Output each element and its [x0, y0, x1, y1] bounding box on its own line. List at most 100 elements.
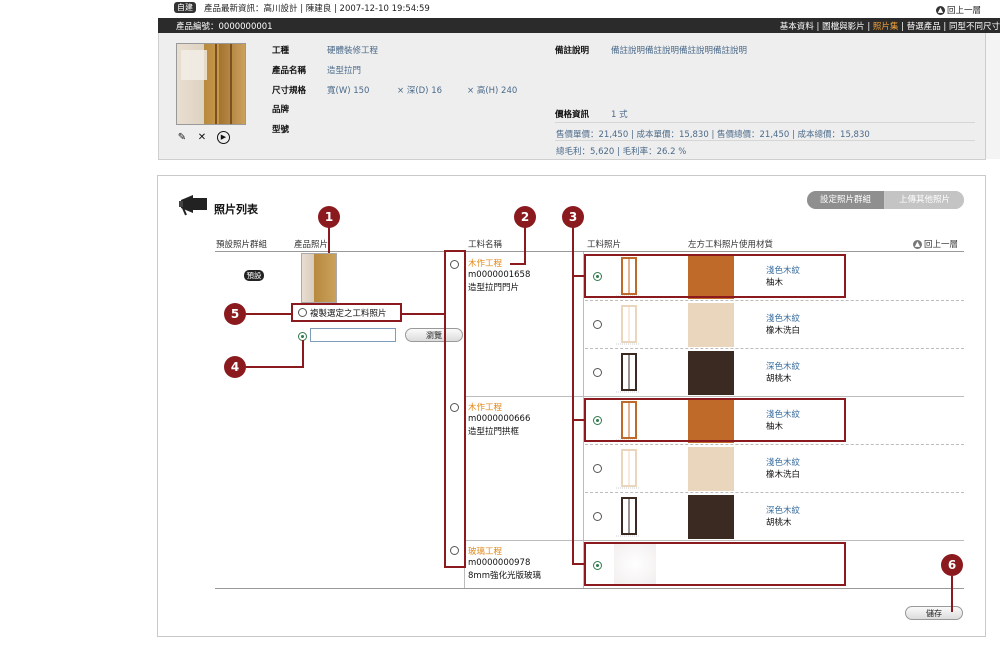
product-header-bar: 產品編號：0000000001 基本資料 | 圖檔與影片 | 照片集 | 替選產… — [158, 18, 1000, 33]
marker-line-5 — [246, 313, 292, 315]
nav-files[interactable]: 圖檔與影片 — [822, 22, 865, 32]
group-divider — [466, 540, 964, 541]
nav-alternatives[interactable]: 替選產品 — [907, 22, 941, 32]
material-photo-radio[interactable] — [593, 368, 602, 377]
row-divider — [585, 492, 964, 493]
back-link[interactable]: ▲ 回上一層 — [913, 238, 958, 250]
table-bottom-line — [215, 588, 964, 589]
marker-line-6 — [951, 576, 953, 612]
value-price-unit: 1 式 — [611, 110, 628, 120]
marker-line-2 — [524, 227, 526, 264]
value-name: 造型拉門 — [327, 66, 362, 76]
play-icon[interactable]: ▶ — [217, 131, 230, 144]
edit-pen-icon[interactable]: ✎ — [176, 132, 188, 144]
door-photo — [616, 497, 640, 537]
marker-4: 4 — [224, 356, 246, 378]
door-photo — [616, 449, 640, 489]
nav-photos[interactable]: 照片集 — [873, 22, 899, 32]
row-divider — [585, 300, 964, 301]
group-divider — [466, 396, 964, 397]
marker-line-3c — [572, 563, 586, 565]
latest-news: 產品最新資訊：高川設計 | 陳建良 | 2007-12-10 19:54:59 — [204, 4, 430, 14]
row-divider — [585, 348, 964, 349]
up-arrow-icon: ▲ — [936, 6, 945, 15]
highlight-box-row4 — [584, 398, 846, 442]
value-height: × 高(H) 240 — [467, 86, 518, 96]
label-price: 價格資訊 — [555, 110, 590, 120]
material-type-1: 木作工程 — [468, 259, 503, 269]
marker-line-3a — [572, 275, 586, 277]
price-line-2: 總毛利：5,620 | 毛利率：26.2 % — [556, 147, 687, 157]
material-swatch — [688, 351, 734, 395]
material-code-1: m0000001658 — [468, 270, 531, 280]
label-category: 工種 — [272, 46, 290, 56]
highlight-box-row1 — [584, 254, 846, 298]
default-badge: 預設 — [244, 270, 264, 281]
back-top-link[interactable]: ▲ 回上一層 — [936, 4, 981, 16]
back-label: 回上一層 — [924, 240, 959, 250]
highlight-box-material-radios — [444, 250, 466, 568]
material-name-2: 造型拉門拱框 — [468, 427, 520, 437]
marker-3: 3 — [562, 206, 584, 228]
variant-wood: 胡桃木 — [766, 374, 792, 384]
highlight-box-copy — [291, 303, 402, 322]
product-code: 產品編號：0000000001 — [176, 22, 273, 32]
self-built-badge: 自建 — [174, 2, 196, 13]
megaphone-icon — [179, 195, 207, 216]
back-top-label: 回上一層 — [947, 6, 982, 16]
price-divider — [555, 140, 975, 141]
marker-line-3 — [572, 227, 574, 565]
material-name-1: 造型拉門門片 — [468, 283, 520, 293]
material-code-2: m0000000666 — [468, 414, 531, 424]
marker-1: 1 — [318, 206, 340, 228]
variant-wood: 橡木洗白 — [766, 326, 801, 336]
scrollbar[interactable] — [985, 33, 1000, 159]
variant-tone: 淺色木紋 — [766, 314, 801, 324]
material-swatch — [688, 495, 734, 539]
material-swatch — [688, 303, 734, 347]
col-material-photo: 工料照片 — [587, 240, 622, 250]
nav-sep: | — [867, 22, 871, 32]
upload-other-photo-button[interactable]: 上傳其他照片 — [885, 191, 964, 209]
value-width: 寬(W) 150 — [327, 86, 370, 96]
label-brand: 品牌 — [272, 105, 290, 115]
variant-wood: 橡木洗白 — [766, 470, 801, 480]
material-name-3: 8mm強化光版玻璃 — [468, 571, 541, 581]
delete-icon[interactable]: ✕ — [196, 132, 208, 144]
marker-2: 2 — [514, 206, 536, 228]
photo-action-buttons: 設定照片群組 上傳其他照片 — [807, 191, 964, 209]
marker-5: 5 — [224, 303, 246, 325]
row-divider — [585, 444, 964, 445]
material-photo-radio[interactable] — [593, 464, 602, 473]
marker-line-1 — [328, 227, 330, 253]
highlight-box-glass — [584, 542, 846, 586]
marker-line-4b — [302, 340, 304, 368]
col-product-photo: 產品照片 — [294, 240, 329, 250]
nav-variants[interactable]: 同型不同尺寸 — [949, 22, 1000, 32]
save-button[interactable]: 儲存 — [905, 606, 963, 620]
marker-line-3b — [572, 419, 586, 421]
nav-basic[interactable]: 基本資料 — [780, 22, 814, 32]
door-photo — [616, 305, 640, 345]
marker-6: 6 — [941, 554, 963, 576]
label-name: 產品名稱 — [272, 66, 307, 76]
nav-sep: | — [943, 22, 947, 32]
col-default-group: 預設照片群組 — [216, 240, 268, 250]
material-photo-radio[interactable] — [593, 512, 602, 521]
door-photo — [616, 353, 640, 393]
price-divider — [555, 122, 975, 123]
variant-wood: 胡桃木 — [766, 518, 792, 528]
price-line-1: 售價單價：21,450 | 成本單價：15,830 | 售價總價：21,450 … — [556, 130, 870, 140]
label-size: 尺寸規格 — [272, 86, 307, 96]
label-model: 型號 — [272, 125, 290, 135]
material-type-3: 玻璃工程 — [468, 547, 503, 557]
material-type-2: 木作工程 — [468, 403, 503, 413]
upload-file-input[interactable] — [310, 328, 396, 342]
section-title: 照片列表 — [214, 203, 258, 216]
col-material-name: 工料名稱 — [468, 240, 503, 250]
product-thumbnail — [176, 43, 246, 125]
material-photo-radio[interactable] — [593, 320, 602, 329]
set-photo-group-button[interactable]: 設定照片群組 — [807, 191, 884, 209]
value-note: 備註說明備註說明備註說明備註說明 — [611, 46, 748, 56]
nav-sep: | — [901, 22, 904, 32]
